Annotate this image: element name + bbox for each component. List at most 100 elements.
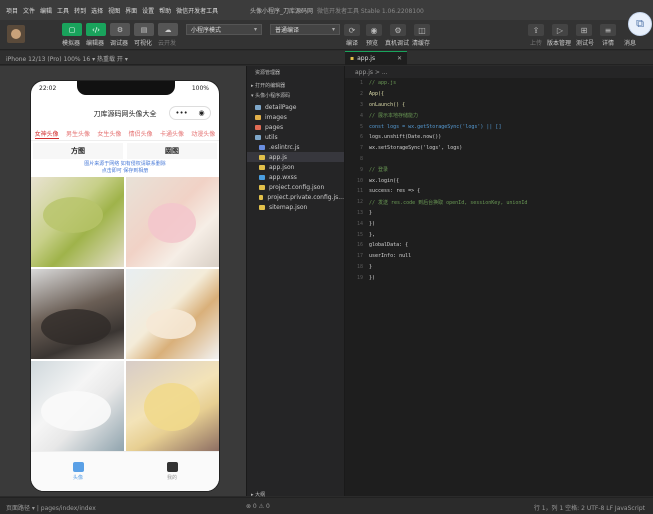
code-line[interactable]: 5 const logs = wx.getStorageSync('logs')… [345, 121, 653, 132]
visual-toggle-icon[interactable]: ▤ [134, 23, 154, 36]
menu-item-view[interactable]: 视图 [108, 6, 120, 15]
hot-reload-select[interactable]: 热重载 开 ▾ [97, 56, 128, 63]
category-tab[interactable]: 女神头像 [34, 129, 59, 139]
tab-round[interactable]: 圆图 [127, 143, 217, 159]
code-area[interactable]: 1// app.js 2 App({3 onLaunch() {4 // 展示本地存… [345, 78, 653, 283]
menu-item-goto[interactable]: 转到 [74, 6, 86, 15]
capsule-menu[interactable]: ••• ◉ [169, 106, 211, 120]
code-line[interactable]: 19}) [345, 272, 653, 283]
code-line[interactable]: 17 userInfo: null [345, 251, 653, 262]
code-line[interactable]: 15 }, [345, 229, 653, 240]
code-line[interactable]: 2 App({ [345, 89, 653, 100]
code-line[interactable]: 7 wx.setStorageSync('logs', logs) [345, 143, 653, 154]
category-tab[interactable]: 卡通头像 [160, 129, 184, 138]
tab-mine[interactable]: 我的 [125, 452, 219, 491]
avatar-image[interactable] [126, 361, 219, 451]
code-line[interactable]: 14 }) [345, 218, 653, 229]
file-tree-item[interactable]: app.js [247, 152, 344, 162]
code-line[interactable]: 3 onLaunch() { [345, 100, 653, 111]
remote-debug-button[interactable]: 真机调试 [385, 38, 409, 47]
category-tab[interactable]: 女生头像 [97, 129, 121, 138]
file-tree-item[interactable]: detailPage [247, 102, 344, 112]
menu-item-wechat-devtools[interactable]: 微信开发者工具 [176, 6, 218, 15]
tab-app-js[interactable]: ▪ app.js ✕ [345, 51, 407, 65]
file-tree-item[interactable]: .eslintrc.js [247, 142, 344, 152]
status-bar: 页面路径 ▾ | pages/index/index ⊗ 0 ⚠ 0 行 1，列… [0, 497, 653, 514]
menu-item-select[interactable]: 选择 [91, 6, 103, 15]
code-line[interactable]: 11 success: res => { [345, 186, 653, 197]
compile-button[interactable]: 编译 [346, 38, 358, 47]
line-number: 12 [356, 199, 363, 206]
details-button[interactable]: 详情 [602, 38, 614, 47]
editor-toggle-icon[interactable]: ‹/› [86, 23, 106, 36]
tab-square[interactable]: 方图 [33, 143, 123, 159]
category-tab[interactable]: 情侣头像 [129, 129, 153, 138]
code-line[interactable]: 18 } [345, 262, 653, 273]
mode-select-value: 小程序模式 [191, 27, 222, 34]
remote-debug-icon[interactable]: ⚙ [390, 24, 406, 36]
menu-item-file[interactable]: 文件 [23, 6, 35, 15]
file-tree-item[interactable]: app.json [247, 162, 344, 172]
test-account-icon[interactable]: ⊞ [576, 24, 592, 36]
close-circle-icon[interactable]: ◉ [199, 109, 205, 117]
clear-cache-icon[interactable]: ◫ [414, 24, 430, 36]
code-line[interactable]: 1 // app.js [345, 78, 653, 89]
file-tree-item[interactable]: sitemap.json [247, 202, 344, 212]
avatar-image[interactable] [31, 177, 124, 267]
category-tab[interactable]: 男生头像 [66, 129, 90, 138]
avatar-image[interactable] [31, 269, 124, 359]
file-tree-item[interactable]: project.private.config.js... [247, 192, 344, 202]
details-icon[interactable]: ≡ [600, 24, 616, 36]
file-tree-item[interactable]: app.wxss [247, 172, 344, 182]
file-tree-item[interactable]: project.config.json [247, 182, 344, 192]
menu-item-tools[interactable]: 工具 [57, 6, 69, 15]
simulator-toggle-icon[interactable]: ▢ [62, 23, 82, 36]
device-select[interactable]: iPhone 12/13 (Pro) 100% 16 ▾ 热重载 开 ▾ [6, 54, 128, 63]
category-tab[interactable]: 动漫头像 [191, 129, 215, 138]
code-line[interactable]: 12 // 发送 res.code 到后台换取 openId, sessionK… [345, 197, 653, 208]
avatar-image[interactable] [31, 361, 124, 451]
menu-item-edit[interactable]: 编辑 [40, 6, 52, 15]
compile-icon[interactable]: ⟳ [344, 24, 360, 36]
menu-item-interface[interactable]: 界面 [125, 6, 137, 15]
code-line[interactable]: 8 [345, 154, 653, 165]
compile-select[interactable]: 普通编译 ▾ [270, 24, 340, 35]
menu-item-settings[interactable]: 设置 [142, 6, 154, 15]
user-avatar[interactable] [7, 25, 25, 43]
code-line[interactable]: 9 // 登录 [345, 164, 653, 175]
menu-item-help[interactable]: 帮助 [159, 6, 171, 15]
messages-button[interactable]: 消息 [624, 38, 636, 47]
file-tree-item[interactable]: pages [247, 122, 344, 132]
open-editors-section[interactable]: ▸ 打开的编辑器 [251, 82, 285, 89]
avatar-image[interactable] [126, 269, 219, 359]
version-button[interactable]: 版本管理 [547, 38, 571, 47]
problems-count[interactable]: ⊗ 0 ⚠ 0 [246, 503, 270, 510]
project-section[interactable]: ▾ 头像小程序源码 [251, 92, 290, 99]
shape-tabs: 方图 圆图 [31, 143, 219, 159]
code-line[interactable]: 4 // 展示本地存储能力 [345, 110, 653, 121]
upload-button[interactable]: 上传 [530, 38, 542, 47]
menu-item-project[interactable]: 项目 [6, 6, 18, 15]
version-icon[interactable]: ▷ [552, 24, 568, 36]
page-path[interactable]: 页面路径 ▾ | pages/index/index [6, 503, 96, 512]
upload-icon[interactable]: ⇪ [528, 24, 544, 36]
avatar-image[interactable] [126, 177, 219, 267]
preview-button[interactable]: 预览 [366, 38, 378, 47]
code-line[interactable]: 6 logs.unshift(Date.now()) [345, 132, 653, 143]
clear-cache-button[interactable]: 清缓存 [412, 38, 430, 47]
debugger-toggle-icon[interactable]: ⚙ [110, 23, 130, 36]
code-line[interactable]: 10 wx.login({ [345, 175, 653, 186]
code-line[interactable]: 16 globalData: { [345, 240, 653, 251]
screenshot-overlay-icon[interactable]: ⧉ [628, 12, 652, 36]
tab-avatar[interactable]: 头像 [31, 452, 125, 491]
code-line[interactable]: 13 } [345, 208, 653, 219]
file-tree-item[interactable]: utils [247, 132, 344, 142]
cloud-dev-icon[interactable]: ☁ [158, 23, 178, 36]
line-number: 15 [356, 231, 363, 238]
preview-icon[interactable]: ◉ [366, 24, 382, 36]
more-icon[interactable]: ••• [175, 109, 187, 117]
close-icon[interactable]: ✕ [397, 55, 402, 62]
test-account-button[interactable]: 测试号 [576, 38, 594, 47]
mode-select[interactable]: 小程序模式 ▾ [186, 24, 262, 35]
file-tree-item[interactable]: images [247, 112, 344, 122]
